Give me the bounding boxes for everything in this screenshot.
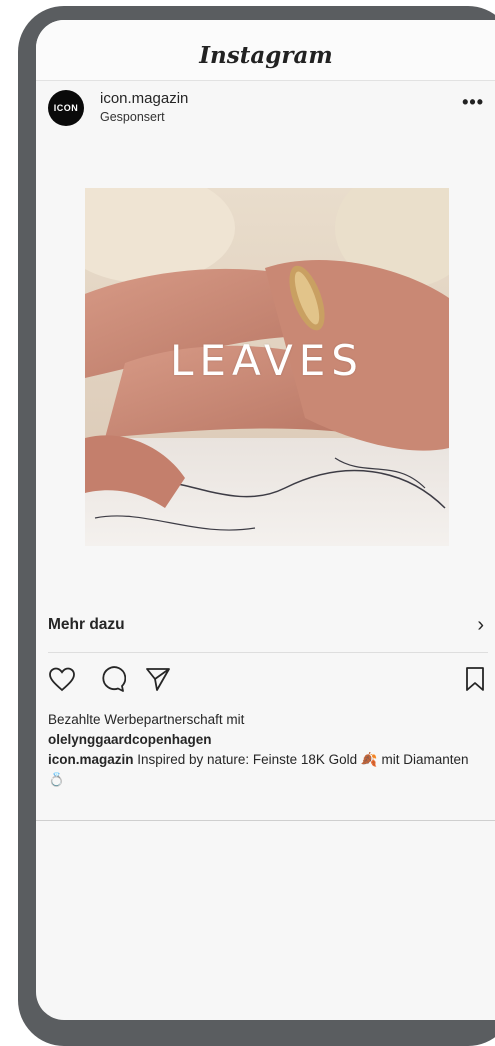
- post-image-title: LEAVES: [170, 336, 364, 385]
- app-screen: Instagram ICON icon.magazin Gesponsert •…: [36, 20, 495, 1020]
- caption-username[interactable]: icon.magazin: [48, 752, 134, 767]
- heart-icon[interactable]: [48, 666, 76, 697]
- more-options-button[interactable]: •••: [462, 92, 484, 113]
- bookmark-icon[interactable]: [464, 666, 486, 697]
- learn-more-label: Mehr dazu: [48, 616, 125, 633]
- sponsored-label: Gesponsert: [100, 110, 165, 124]
- paid-partnership-label: Bezahlte Werbepartnerschaft mit: [48, 712, 245, 727]
- learn-more-button[interactable]: Mehr dazu ›: [48, 612, 488, 653]
- post-caption: Bezahlte Werbepartnerschaft mit olelyngg…: [48, 710, 484, 790]
- partner-link[interactable]: olelynggaardcopenhagen: [48, 730, 484, 750]
- post-header: ICON icon.magazin Gesponsert •••: [48, 90, 495, 130]
- avatar[interactable]: ICON: [48, 90, 84, 126]
- post-actions: [48, 666, 488, 696]
- comment-icon[interactable]: [98, 666, 127, 697]
- share-icon[interactable]: [144, 666, 172, 697]
- top-bar: Instagram: [36, 20, 495, 81]
- chevron-right-icon: ›: [477, 614, 484, 636]
- post-username[interactable]: icon.magazin: [100, 90, 188, 107]
- instagram-logo: Instagram: [199, 42, 333, 69]
- post-divider: [36, 820, 495, 821]
- post-image[interactable]: LEAVES: [85, 188, 449, 546]
